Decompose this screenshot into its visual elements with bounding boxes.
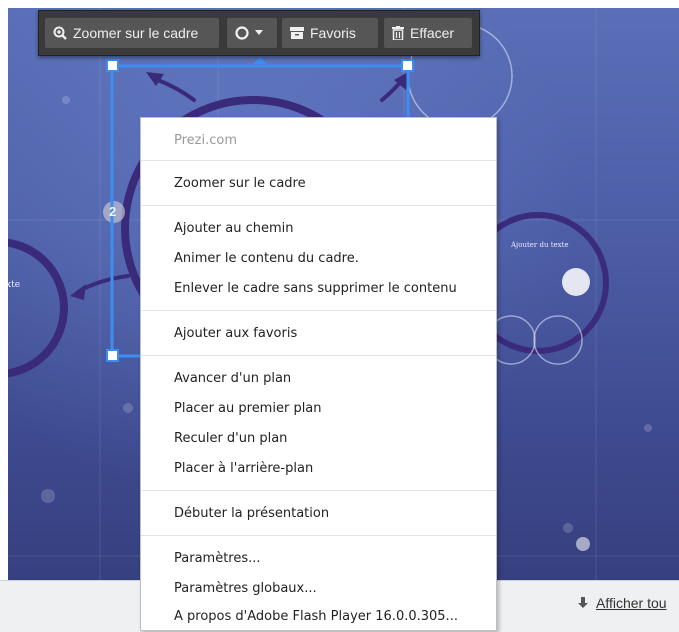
menu-separator — [141, 490, 496, 491]
frame-number: 2 — [109, 204, 117, 219]
context-menu: Prezi.com Zoomer sur le cadre Ajouter au… — [140, 117, 497, 631]
show-all-link[interactable]: Afficher tou — [578, 595, 667, 611]
download-icon — [578, 597, 588, 608]
delete-button[interactable]: Effacer — [384, 18, 472, 48]
menu-item-about-flash[interactable]: A propos d'Adobe Flash Player 16.0.0.305… — [174, 609, 458, 624]
frame-toolbar: Zoomer sur le cadre Favoris Effacer — [38, 10, 480, 56]
menu-item-send-to-back[interactable]: Placer à l'arrière-plan — [174, 461, 313, 476]
trash-icon — [392, 26, 404, 40]
favorites-label: Favoris — [310, 25, 356, 41]
canvas-text-right-title[interactable]: Ajouter du texte — [511, 241, 569, 249]
menu-separator — [141, 535, 496, 536]
chevron-down-icon — [255, 30, 263, 35]
zoom-to-frame-button[interactable]: Zoomer sur le cadre — [45, 18, 219, 48]
zoom-to-frame-label: Zoomer sur le cadre — [73, 25, 199, 41]
delete-label: Effacer — [410, 25, 455, 41]
menu-item-global-settings[interactable]: Paramètres globaux... — [174, 581, 317, 596]
zoom-icon — [53, 26, 67, 40]
circle-icon — [235, 26, 249, 40]
menu-header-prezi: Prezi.com — [174, 133, 238, 148]
menu-item-remove-frame[interactable]: Enlever le cadre sans supprimer le conte… — [174, 281, 457, 296]
show-all-label: Afficher tou — [596, 595, 667, 611]
archive-icon — [290, 27, 304, 39]
menu-item-settings[interactable]: Paramètres... — [174, 551, 261, 566]
menu-separator — [141, 205, 496, 206]
menu-item-start-presentation[interactable]: Débuter la présentation — [174, 506, 329, 521]
menu-item-add-to-path[interactable]: Ajouter au chemin — [174, 221, 294, 236]
canvas-text-left[interactable]: xte — [8, 280, 20, 290]
menu-item-send-backward[interactable]: Reculer d'un plan — [174, 431, 287, 446]
menu-item-add-to-favorites[interactable]: Ajouter aux favoris — [174, 326, 297, 341]
menu-separator — [141, 160, 496, 161]
menu-separator — [141, 355, 496, 356]
menu-item-bring-forward[interactable]: Avancer d'un plan — [174, 371, 291, 386]
favorites-button[interactable]: Favoris — [282, 18, 378, 48]
menu-item-zoom-to-frame[interactable]: Zoomer sur le cadre — [174, 176, 306, 191]
menu-item-bring-to-front[interactable]: Placer au premier plan — [174, 401, 322, 416]
menu-item-animate-frame[interactable]: Animer le contenu du cadre. — [174, 251, 359, 266]
menu-separator — [141, 310, 496, 311]
frame-shape-dropdown[interactable] — [227, 18, 277, 48]
